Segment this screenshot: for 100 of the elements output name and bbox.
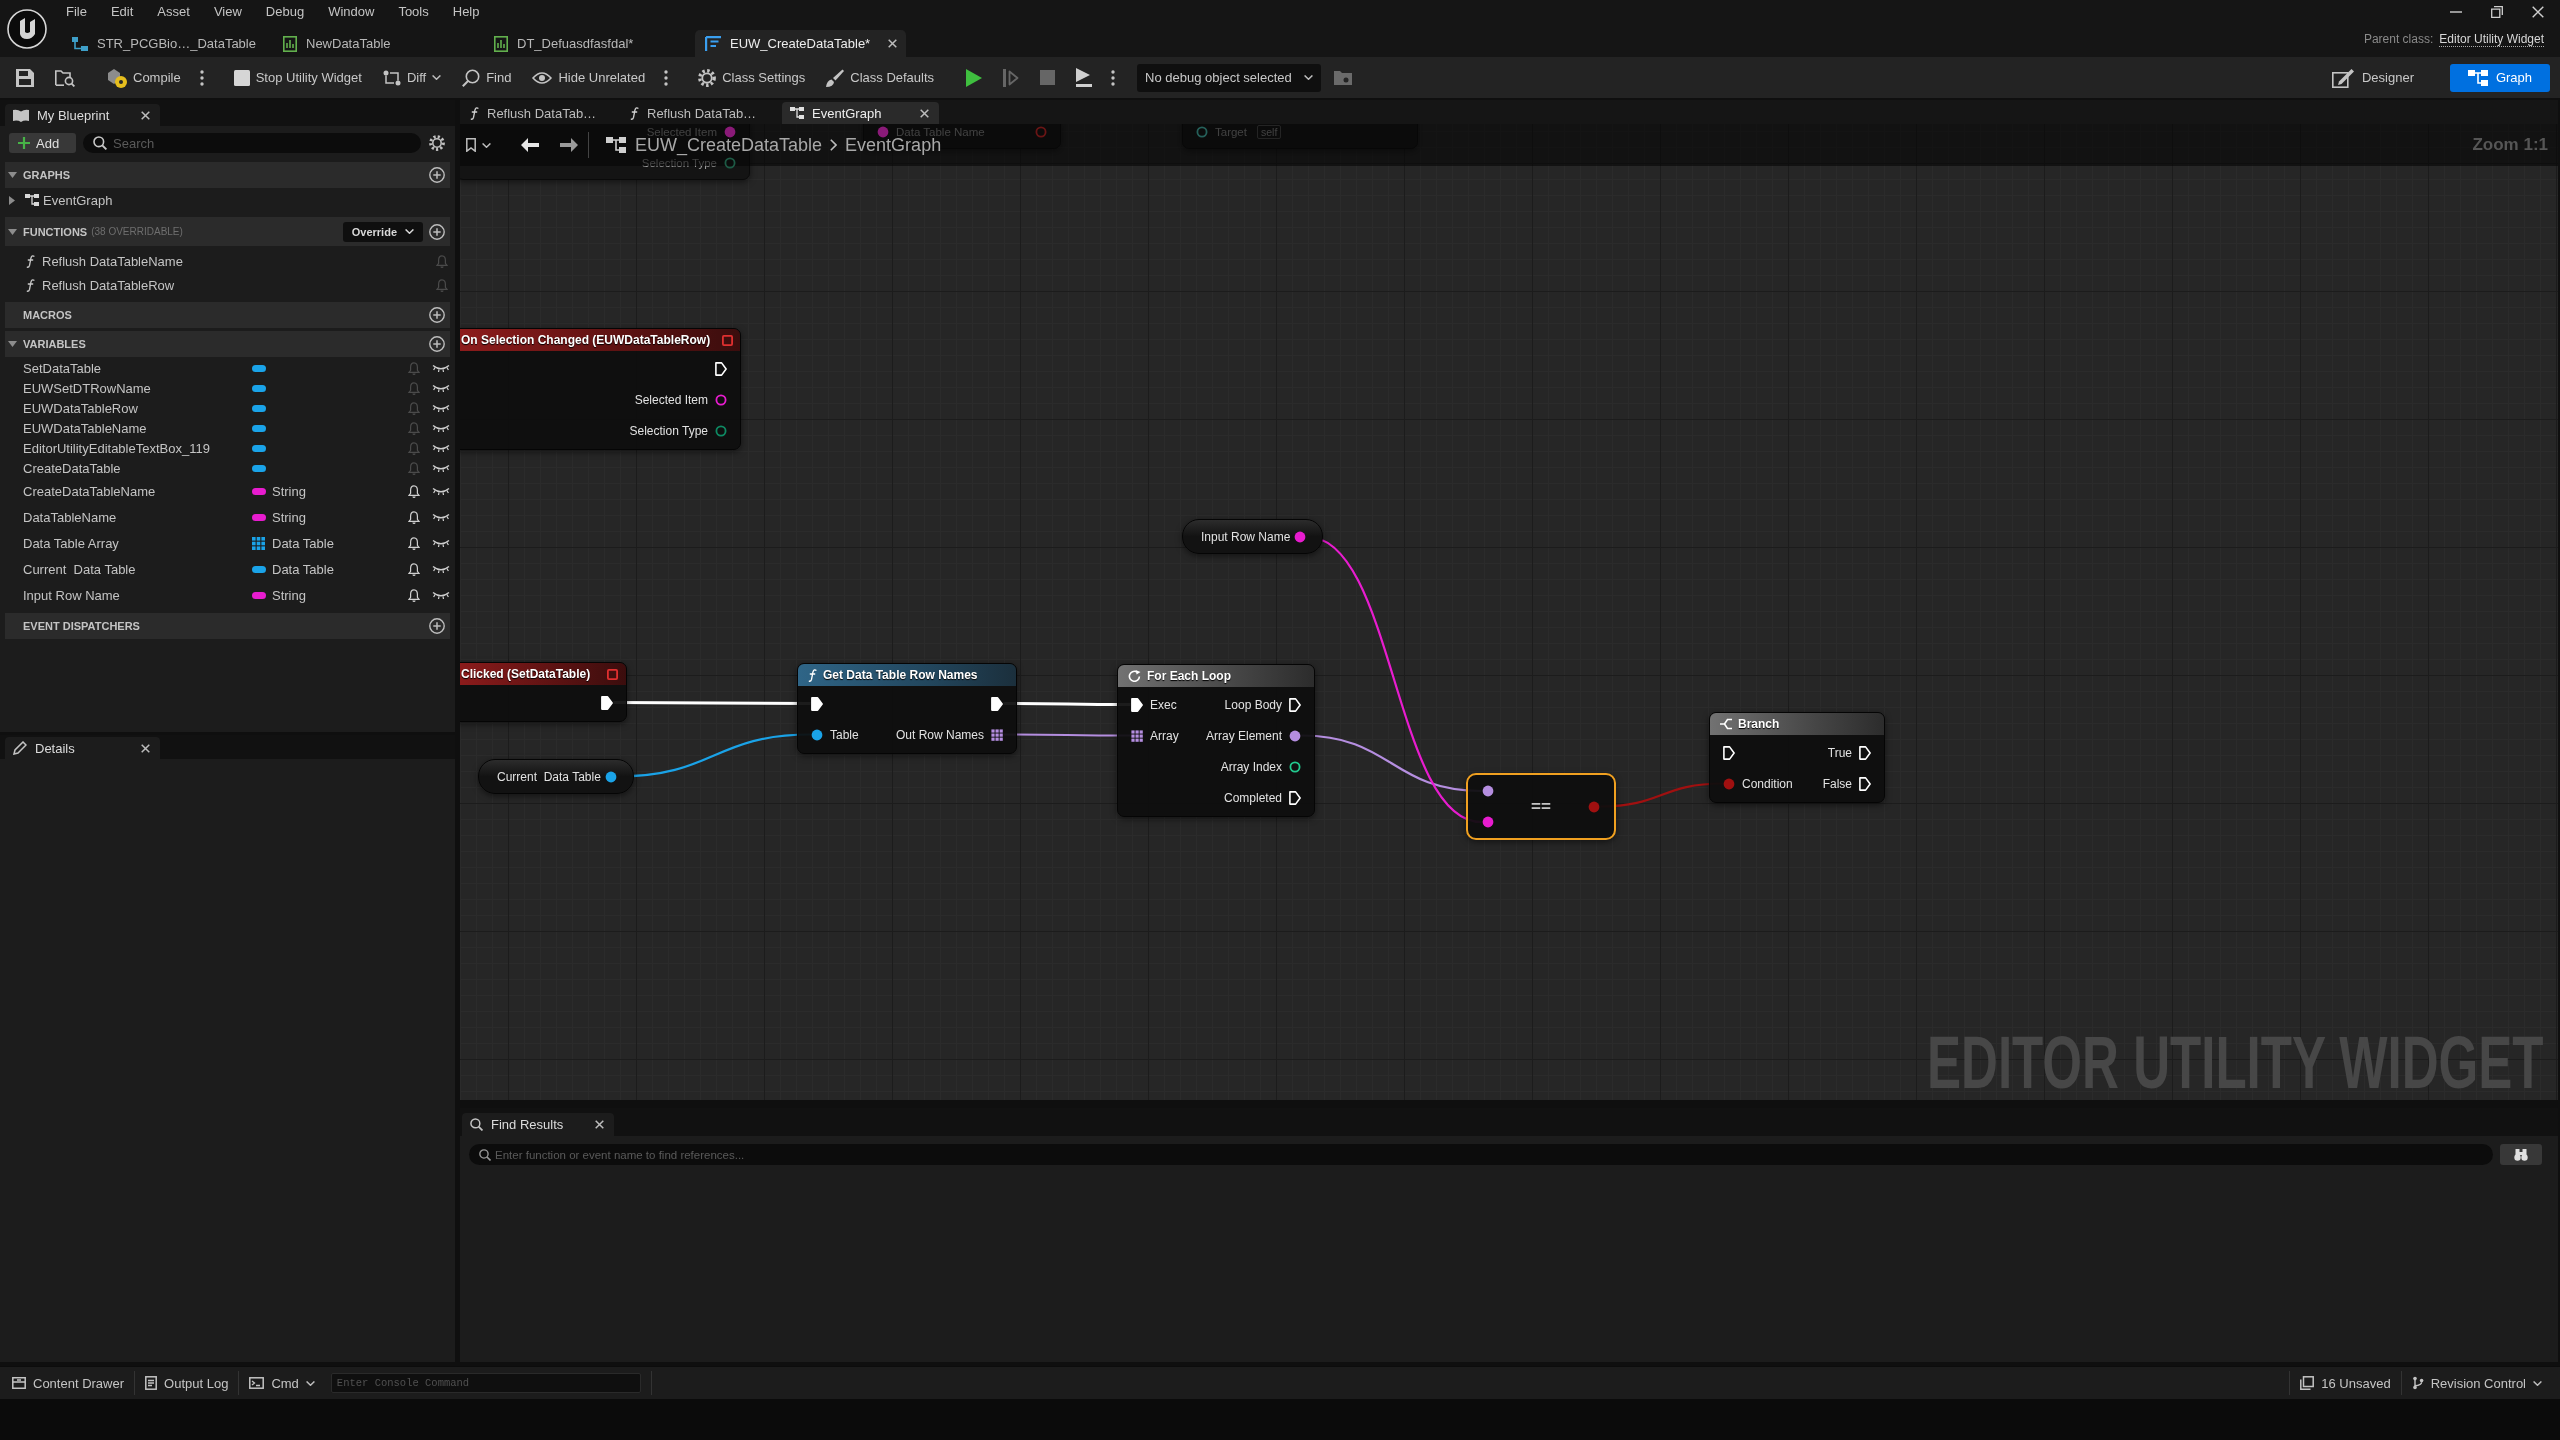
exec-pin-icon[interactable] xyxy=(601,695,613,710)
hide-unrelated-button[interactable]: Hide Unrelated xyxy=(524,62,654,93)
bookmark-button[interactable] xyxy=(466,138,491,152)
menu-item[interactable]: Window xyxy=(316,1,387,23)
panel-tab[interactable]: Details xyxy=(5,737,160,759)
exec-pin-icon[interactable] xyxy=(1859,776,1871,791)
find-search-field[interactable]: Enter function or event name to find references... xyxy=(469,1144,2493,1165)
console-input[interactable]: Enter Console Command xyxy=(330,1373,641,1393)
cmd-button[interactable]: Cmd xyxy=(241,1370,323,1396)
close-icon[interactable] xyxy=(595,1120,604,1129)
exec-pin-icon[interactable] xyxy=(715,361,727,376)
array-pin-icon[interactable] xyxy=(991,728,1003,741)
document-tab[interactable]: DT_Defuasdfasfdal* xyxy=(484,30,695,57)
closed-eye-icon[interactable] xyxy=(432,487,450,495)
parent-class-link[interactable]: Editor Utility Widget xyxy=(2439,31,2544,47)
data-pin-icon[interactable] xyxy=(1294,530,1306,543)
closed-eye-icon[interactable] xyxy=(432,384,450,392)
closed-eye-icon[interactable] xyxy=(432,444,450,452)
add-circle-icon[interactable] xyxy=(429,336,445,352)
exec-pin-icon[interactable] xyxy=(1289,790,1301,805)
close-icon[interactable] xyxy=(920,108,929,118)
menu-item[interactable]: Help xyxy=(440,1,492,23)
exec-pin-icon[interactable] xyxy=(1131,697,1143,712)
disclosure-triangle-icon[interactable] xyxy=(8,228,17,235)
designer-mode-button[interactable]: Designer xyxy=(2319,63,2426,92)
add-circle-icon[interactable] xyxy=(429,223,445,240)
close-icon[interactable] xyxy=(888,39,898,48)
data-pin-icon[interactable] xyxy=(1289,760,1301,773)
variable-name[interactable]: EditorUtilityEditableTextBox_119 xyxy=(23,440,252,456)
closed-eye-icon[interactable] xyxy=(432,591,450,599)
bell-icon[interactable] xyxy=(408,588,420,602)
exec-pin-icon[interactable] xyxy=(1723,745,1735,760)
graph-tab[interactable]: EventGraph xyxy=(782,102,939,124)
closed-eye-icon[interactable] xyxy=(432,364,450,372)
content-drawer-button[interactable]: Content Drawer xyxy=(4,1370,133,1396)
close-icon[interactable] xyxy=(141,110,150,120)
diff-button[interactable]: Diff xyxy=(374,62,450,93)
class-settings-button[interactable]: Class Settings xyxy=(690,62,814,93)
closed-eye-icon[interactable] xyxy=(432,464,450,472)
closed-eye-icon[interactable] xyxy=(432,513,450,521)
panel-tab[interactable]: Find Results xyxy=(462,1113,614,1136)
document-tab[interactable]: NewDataTable xyxy=(273,30,484,57)
exec-pin-icon[interactable] xyxy=(991,696,1003,711)
variable-name[interactable]: Data Table Array xyxy=(23,535,252,551)
find-button[interactable]: Find xyxy=(454,62,520,93)
settings-icon[interactable] xyxy=(429,135,445,151)
bell-icon[interactable] xyxy=(408,484,420,498)
function-item[interactable]: Reflush DataTableRow xyxy=(42,277,175,293)
graph-item[interactable]: EventGraph xyxy=(43,192,113,208)
revision-control-button[interactable]: Revision Control xyxy=(2403,1370,2550,1396)
breadcrumb-link[interactable]: EUW_CreateDataTable xyxy=(635,135,823,155)
function-item[interactable]: Reflush DataTableName xyxy=(42,253,183,269)
variable-name[interactable]: EUWDataTableName xyxy=(23,420,252,436)
graph-mode-button[interactable]: Graph xyxy=(2450,63,2550,92)
variable-name[interactable]: Input Row Name xyxy=(23,587,252,603)
variable-name[interactable]: CreateDataTable xyxy=(23,460,252,476)
closed-eye-icon[interactable] xyxy=(432,565,450,573)
data-pin-icon[interactable] xyxy=(1289,729,1301,742)
add-circle-icon[interactable] xyxy=(429,618,445,634)
document-tab[interactable]: EUW_CreateDataTable* xyxy=(695,30,906,57)
override-dropdown[interactable]: Override xyxy=(342,221,423,242)
menu-item[interactable]: Debug xyxy=(253,1,317,23)
find-button[interactable] xyxy=(2500,1144,2542,1165)
variable-name[interactable]: SetDataTable xyxy=(23,360,252,376)
closed-eye-icon[interactable] xyxy=(432,404,450,412)
exec-pin-icon[interactable] xyxy=(1289,697,1301,712)
debug-object-dropdown[interactable]: No debug object selected xyxy=(1137,63,1321,92)
menu-item[interactable]: Tools xyxy=(386,1,441,23)
graph-tab[interactable]: Reflush DataTab… xyxy=(622,102,779,124)
data-pin-icon[interactable] xyxy=(811,728,823,741)
add-button[interactable]: Add xyxy=(9,133,76,153)
exec-pin-icon[interactable] xyxy=(811,696,823,711)
search-field[interactable]: Search xyxy=(83,133,421,153)
add-circle-icon[interactable] xyxy=(429,167,445,183)
add-circle-icon[interactable] xyxy=(429,307,445,323)
menu-item[interactable]: Asset xyxy=(145,1,202,23)
bell-icon[interactable] xyxy=(408,510,420,524)
close-icon[interactable] xyxy=(141,743,150,753)
closed-eye-icon[interactable] xyxy=(432,539,450,547)
menu-item[interactable]: File xyxy=(54,1,99,23)
forward-button[interactable] xyxy=(560,138,578,152)
variable-name[interactable]: Current Data Table xyxy=(23,561,252,577)
array-pin-icon[interactable] xyxy=(1131,729,1143,742)
bell-icon[interactable] xyxy=(408,562,420,576)
graph-tab[interactable]: Reflush DataTab… xyxy=(462,102,619,124)
compile-button[interactable]: Compile xyxy=(99,62,189,93)
back-button[interactable] xyxy=(521,138,539,152)
document-tab[interactable]: STR_PCGBio…_DataTable xyxy=(62,30,273,57)
stop-widget-button[interactable]: Stop Utility Widget xyxy=(225,62,370,93)
menu-item[interactable]: View xyxy=(201,1,254,23)
variable-name[interactable]: EUWDataTableRow xyxy=(23,400,252,416)
variable-name[interactable]: DataTableName xyxy=(23,509,252,525)
data-pin-icon[interactable] xyxy=(605,770,617,783)
menu-item[interactable]: Edit xyxy=(98,1,146,23)
unsaved-button[interactable]: 16 Unsaved xyxy=(2292,1370,2399,1396)
data-pin-icon[interactable] xyxy=(1482,816,1494,828)
closed-eye-icon[interactable] xyxy=(432,424,450,432)
class-defaults-button[interactable]: Class Defaults xyxy=(818,62,943,93)
panel-tab[interactable]: My Blueprint xyxy=(5,104,160,126)
bell-icon[interactable] xyxy=(408,536,420,550)
